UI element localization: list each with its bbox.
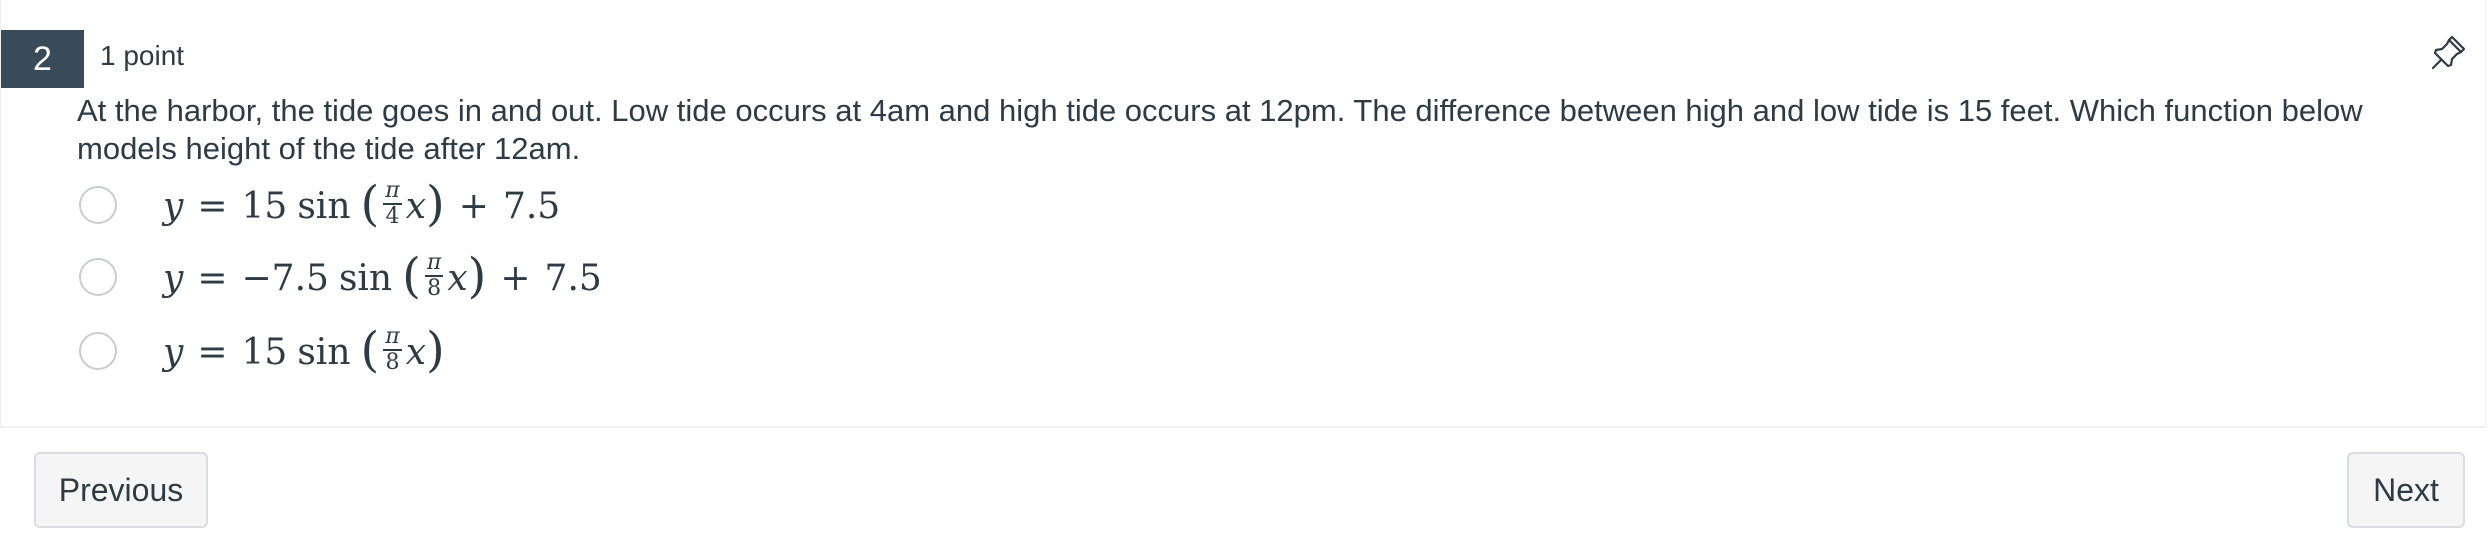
question-points: 1 point [100, 40, 185, 71]
question-card: 2 1 point At the harbor, the tide goes i… [0, 0, 2486, 428]
formula-paren-left: ( [360, 322, 380, 378]
next-button[interactable]: Next [2347, 452, 2465, 528]
answer-radio[interactable] [79, 332, 117, 370]
formula-fn: sin [297, 185, 351, 227]
formula-paren-left: ( [402, 248, 421, 304]
question-number: 2 [1, 30, 84, 88]
formula-eq: = [197, 185, 228, 227]
formula-x: x [405, 331, 427, 373]
fraction-numerator: π [424, 250, 444, 277]
fraction-denominator: 4 [385, 204, 400, 229]
answer-radio[interactable] [79, 186, 117, 224]
question-text: At the harbor, the tide goes in and out.… [77, 93, 2363, 166]
formula-coef: −7.5 [241, 257, 329, 299]
formula-var: y [163, 257, 184, 299]
formula-tail-op: + [500, 257, 531, 299]
formula-coef: 15 [241, 331, 288, 373]
fraction-numerator: π [383, 324, 402, 351]
formula-fraction: π 8 [424, 250, 444, 301]
fraction-numerator: π [383, 178, 402, 205]
formula-eq: = [197, 331, 228, 373]
answer-formula: y = 15 sin ( π 8 x ) [163, 316, 445, 388]
formula-tail-val: 7.5 [544, 257, 602, 299]
formula-var: y [163, 331, 184, 373]
formula-tail-val: 7.5 [502, 185, 561, 227]
formula-coef: 15 [241, 185, 288, 227]
formula-paren-right: ) [426, 322, 445, 378]
formula-paren-right: ) [426, 176, 445, 232]
answer-formula: y = −7.5 sin ( π 8 x ) + 7.5 [163, 242, 602, 314]
answer-option[interactable]: y = −7.5 sin ( π 8 x ) + 7.5 [1, 242, 1201, 314]
formula-tail-op: + [458, 185, 489, 227]
pin-icon[interactable] [2427, 34, 2467, 74]
formula-x: x [405, 185, 427, 227]
formula-x: x [447, 257, 468, 299]
formula-var: y [163, 185, 184, 227]
formula-fraction: π 8 [383, 324, 402, 375]
formula-fn: sin [338, 257, 393, 299]
formula-fraction: π 4 [383, 178, 402, 229]
fraction-denominator: 8 [427, 276, 442, 301]
answer-radio[interactable] [79, 258, 117, 296]
formula-eq: = [197, 257, 228, 299]
formula-paren-left: ( [360, 176, 380, 232]
formula-paren-right: ) [467, 248, 487, 304]
answer-formula: y = 15 sin ( π 4 x ) + 7.5 [163, 170, 560, 242]
answer-option[interactable]: y = 15 sin ( π 4 x ) + 7.5 [1, 170, 1201, 242]
fraction-denominator: 8 [385, 350, 400, 375]
answer-option[interactable]: y = 15 sin ( π 8 x ) [1, 316, 1201, 388]
formula-fn: sin [297, 331, 351, 373]
previous-button[interactable]: Previous [34, 452, 208, 528]
